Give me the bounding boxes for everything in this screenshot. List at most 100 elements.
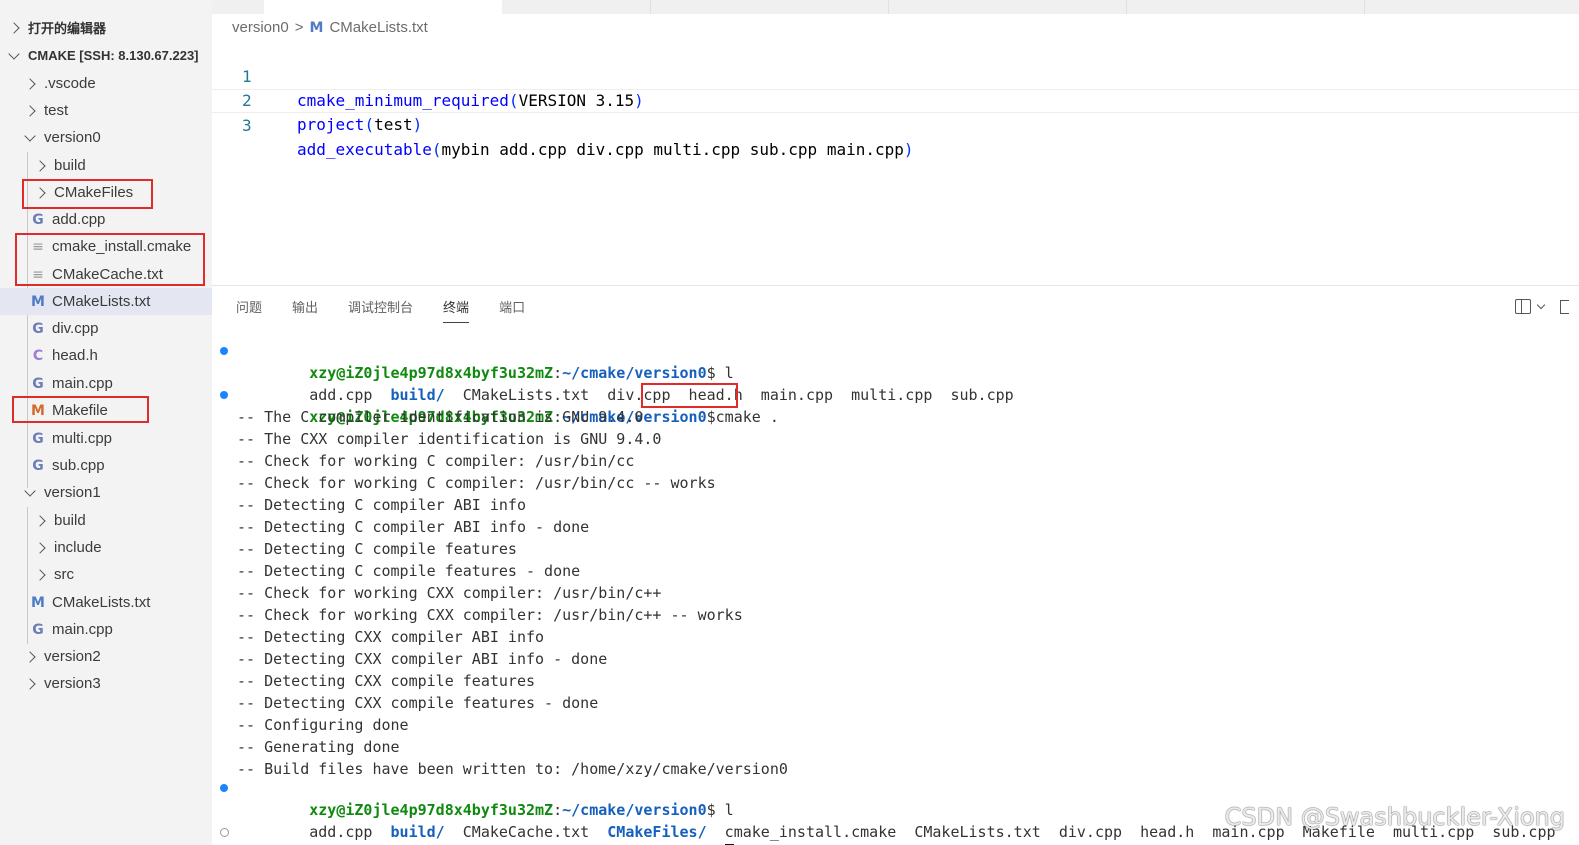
chevron-right-icon <box>24 677 36 690</box>
workspace-section[interactable]: CMAKE [SSH: 8.130.67.223] <box>0 42 212 69</box>
tree-item-label: src <box>54 566 74 583</box>
split-terminal-icon[interactable] <box>1515 299 1531 314</box>
terminal-output-line: -- Detecting CXX compile features <box>237 672 536 690</box>
workspace-label: CMAKE [SSH: 8.130.67.223] <box>28 48 199 63</box>
chevron-right-icon <box>34 514 46 527</box>
tree-item-cmakefiles[interactable]: CMakeFiles <box>0 179 212 206</box>
tree-item-version3[interactable]: version3 <box>0 670 212 697</box>
breadcrumb-file[interactable]: CMakeLists.txt <box>329 19 427 36</box>
tree-item-label: CMakeLists.txt <box>52 594 151 611</box>
terminal-prompt-line: xzy@iZ0jle4p97d8x4byf3u32mZ:~/cmake/vers… <box>220 340 734 382</box>
cpp-file-icon: G <box>32 621 44 638</box>
command-decoration-icon[interactable] <box>220 391 228 399</box>
tree-item-src[interactable]: src <box>0 561 212 588</box>
tab-terminal[interactable]: 终端 <box>443 297 470 323</box>
terminal-output-line: -- The C compiler identification is GNU … <box>237 408 644 426</box>
cmake-file-icon: M <box>31 293 45 310</box>
code-editor[interactable]: version0 > M CMakeLists.txt 1 cmake_mini… <box>212 0 1579 285</box>
breadcrumb-folder[interactable]: version0 <box>232 19 289 36</box>
tree-item-div-cpp[interactable]: G div.cpp <box>0 315 212 342</box>
tree-item-label: .vscode <box>44 75 96 92</box>
tree-item-label: test <box>44 102 69 119</box>
tree-item-version1[interactable]: version1 <box>0 479 212 506</box>
chevron-down-icon <box>8 47 20 60</box>
tab-ports[interactable]: 端口 <box>499 297 525 323</box>
tree-item-include[interactable]: include <box>0 534 212 561</box>
tree-item-cmakecache[interactable]: ≡ CMakeCache.txt <box>0 261 212 288</box>
open-editors-label: 打开的编辑器 <box>28 21 107 36</box>
terminal-output-line: -- Detecting CXX compiler ABI info - don… <box>237 650 608 668</box>
chevron-down-icon[interactable] <box>1536 300 1546 309</box>
tree-item-label: cmake_install.cmake <box>52 238 192 255</box>
tab-debug-console[interactable]: 调试控制台 <box>348 297 413 323</box>
panel-layout-icon[interactable] <box>1560 299 1569 314</box>
tree-item-build[interactable]: build <box>0 507 212 534</box>
code-text: add_executable(mybin add.cpp div.cpp mul… <box>297 138 914 162</box>
chevron-right-icon <box>34 159 46 172</box>
code-paren: ( <box>364 115 375 134</box>
tree-item-label: add.cpp <box>52 211 106 228</box>
code-function: add_executable <box>297 140 432 159</box>
breadcrumb-separator: > <box>294 19 304 36</box>
vscode-window: 打开的编辑器 CMAKE [SSH: 8.130.67.223] .vscode… <box>0 0 1579 845</box>
chevron-right-icon <box>34 186 46 199</box>
tree-item-main-cpp[interactable]: G main.cpp <box>0 370 212 397</box>
tree-item-label: build <box>54 512 86 529</box>
tree-item-label: version3 <box>44 675 101 692</box>
tree-item-add-cpp[interactable]: G add.cpp <box>0 206 212 233</box>
command-decoration-icon[interactable] <box>220 784 228 792</box>
terminal-prompt-line: xzy@iZ0jle4p97d8x4byf3u32mZ:~/cmake/vers… <box>220 384 779 426</box>
tree-item-label: multi.cpp <box>52 430 113 447</box>
tab-divider <box>1364 0 1366 14</box>
editor-tab[interactable] <box>264 0 502 14</box>
tree-item-label: version0 <box>44 129 101 146</box>
code-line-current[interactable]: 3 add_executable(mybin add.cpp div.cpp m… <box>212 89 1579 159</box>
cmake-file-icon: M <box>31 594 45 611</box>
tree-item-label: main.cpp <box>52 375 113 392</box>
terminal-output-line: -- Detecting C compile features - done <box>237 562 581 580</box>
tree-item-cmakelists[interactable]: M CMakeLists.txt <box>0 589 212 616</box>
cpp-file-icon: G <box>32 430 44 447</box>
tree-item-label: sub.cpp <box>52 457 105 474</box>
tree-item-label: div.cpp <box>52 320 99 337</box>
tree-item-makefile[interactable]: M Makefile <box>0 397 212 424</box>
terminal-output-line: -- Check for working CXX compiler: /usr/… <box>237 584 662 602</box>
tab-output[interactable]: 输出 <box>292 297 318 323</box>
code-args: test <box>374 115 413 134</box>
cpp-file-icon: G <box>32 375 44 392</box>
tree-item-multi-cpp[interactable]: G multi.cpp <box>0 425 212 452</box>
terminal-output-line: -- Check for working C compiler: /usr/bi… <box>237 474 716 492</box>
open-editors-section[interactable]: 打开的编辑器 <box>0 14 212 41</box>
tab-divider <box>1126 0 1128 14</box>
header-file-icon: C <box>32 347 44 364</box>
tree-item-sub-cpp[interactable]: G sub.cpp <box>0 452 212 479</box>
command-decoration-icon[interactable] <box>220 828 229 837</box>
terminal-output-line: -- Detecting C compiler ABI info <box>237 496 526 514</box>
tab-problems[interactable]: 问题 <box>236 297 262 323</box>
tree-item-label: CMakeLists.txt <box>52 293 151 310</box>
tree-item-main-cpp[interactable]: G main.cpp <box>0 616 212 643</box>
text-file-icon: ≡ <box>32 238 44 255</box>
panel-toolbar <box>1515 299 1569 314</box>
chevron-right-icon <box>8 21 20 34</box>
tree-item-cmake-install[interactable]: ≡ cmake_install.cmake <box>0 233 212 260</box>
code-paren: ) <box>903 140 914 159</box>
terminal-prompt-line: xzy@iZ0jle4p97d8x4byf3u32mZ:~/cmake/vers… <box>220 777 734 819</box>
tree-item-cmakelists-active[interactable]: M CMakeLists.txt <box>0 288 212 315</box>
chevron-right-icon <box>24 104 36 117</box>
tree-item-build[interactable]: build <box>0 152 212 179</box>
editor-tab-strip <box>212 0 1579 14</box>
code-line[interactable]: 1 cmake_minimum_required(VERSION 3.15) <box>212 41 1579 110</box>
tree-item-version0[interactable]: version0 <box>0 124 212 151</box>
terminal-output-line: -- Detecting CXX compile features - done <box>237 694 599 712</box>
tree-item-vscode[interactable]: .vscode <box>0 70 212 97</box>
terminal-prompt-line: xzy@iZ0jle4p97d8x4byf3u32mZ:~/cmake/vers… <box>220 821 734 845</box>
chevron-down-icon <box>24 129 36 142</box>
terminal-output-line: -- Detecting CXX compiler ABI info <box>237 628 545 646</box>
chevron-right-icon <box>34 541 46 554</box>
tree-item-version2[interactable]: version2 <box>0 643 212 670</box>
command-decoration-icon[interactable] <box>220 347 228 355</box>
tree-item-test[interactable]: test <box>0 97 212 124</box>
code-line[interactable]: 2 project(test) <box>212 65 1579 134</box>
tree-item-head-h[interactable]: C head.h <box>0 342 212 369</box>
